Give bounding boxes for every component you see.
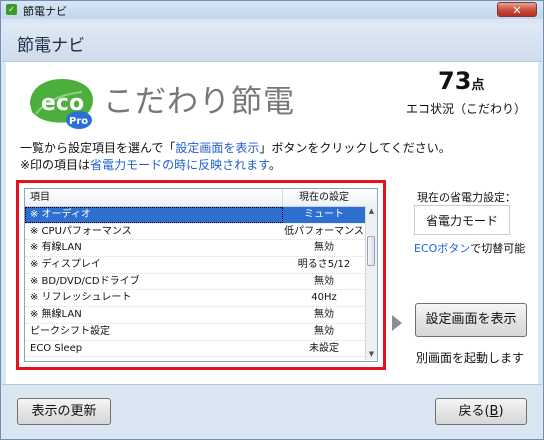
list-cell-item: ※ ディスプレイ xyxy=(30,259,101,271)
current-setting-value: 省電力モード xyxy=(414,205,510,235)
header: 節電ナビ xyxy=(2,23,542,62)
footer-divider xyxy=(2,384,542,385)
main-content: eco Pro こだわり節電 73点 エコ状況（こだわり） 一覧から設定項目を選… xyxy=(6,62,538,384)
list-rows: ※ オーディオ ミュート ※ CPUパフォーマンス 低パフォーマンス ※ 有線LAN 無効… xyxy=(25,207,377,358)
list-cell-value: 無効 xyxy=(314,309,334,321)
list-cell-item: ※ CPUパフォーマンス xyxy=(30,225,132,237)
list-cell-item: ピークシフト設定 xyxy=(30,325,110,337)
list-cell-value: 無効 xyxy=(314,275,334,287)
list-cell-item: ※ オーディオ xyxy=(25,207,283,223)
list-row[interactable]: ※ オーディオ ミュート xyxy=(25,207,377,224)
list-row[interactable]: ※ CPUパフォーマンス 低パフォーマンス xyxy=(25,224,377,241)
list-cell-value: 無効 xyxy=(314,325,334,337)
current-setting-label: 現在の省電力設定： xyxy=(417,191,516,204)
eco-score: 73点 xyxy=(438,67,484,95)
list-row[interactable]: ※ BD/DVD/CDドライブ 無効 xyxy=(25,274,377,291)
list-cell-value: 40Hz xyxy=(311,292,337,304)
scroll-up-icon[interactable]: ▲ xyxy=(366,206,377,217)
eco-logo: eco Pro xyxy=(30,79,94,129)
highlight-frame: 項目 現在の設定 ※ オーディオ ミュート ※ CPUパフォーマンス 低パフォーマンス… xyxy=(16,180,386,370)
show-settings-button[interactable]: 設定画面を表示 xyxy=(415,303,527,337)
arrow-right-icon xyxy=(392,315,402,331)
column-header-value[interactable]: 現在の設定 xyxy=(283,189,365,206)
eco-logo-badge: Pro xyxy=(69,116,88,127)
instruction-line-1: 一覧から設定項目を選んで「設定画面を表示」ボタンをクリックしてください。 xyxy=(20,141,451,155)
list-cell-item: ECO Sleep xyxy=(30,342,83,354)
close-button[interactable]: ✕ xyxy=(497,2,537,17)
eco-button-note: ECOボタンで切替可能 xyxy=(414,242,526,255)
instruction-line-2: ※印の項目は省電力モードの時に反映されます。 xyxy=(20,158,281,172)
list-row[interactable]: ピークシフト設定 無効 xyxy=(25,324,377,341)
list-row[interactable]: ※ ディスプレイ 明るさ5/12 xyxy=(25,257,377,274)
eco-score-value: 73 xyxy=(438,67,472,95)
scroll-down-icon[interactable]: ▼ xyxy=(366,349,377,360)
list-cell-item: ※ BD/DVD/CDドライブ xyxy=(30,275,140,287)
settings-note: 別画面を起動します xyxy=(416,351,525,365)
app-window: ✓ 節電ナビ ✕ 節電ナビ eco Pro こだわり節電 73点 エコ状況（こだ… xyxy=(0,0,544,440)
list-row[interactable]: ECO Sleep 未設定 xyxy=(25,341,377,358)
header-title: 節電ナビ xyxy=(17,36,85,56)
list-row[interactable]: ※ 有線LAN 無効 xyxy=(25,240,377,258)
list-cell-value: ミュート xyxy=(283,207,365,223)
instruction-link-powersave: 省電力モードの時に反映されます xyxy=(90,158,269,172)
list-cell-item: ※ 有線LAN xyxy=(30,242,82,254)
title-bar[interactable]: ✓ 節電ナビ ✕ xyxy=(1,1,543,19)
list-cell-value: 明るさ5/12 xyxy=(297,259,351,271)
list-cell-value: 未設定 xyxy=(309,342,339,354)
window-title: 節電ナビ xyxy=(23,5,67,18)
eco-status-label: エコ状況（こだわり） xyxy=(406,102,527,116)
list-cell-item: ※ 無線LAN xyxy=(30,309,82,321)
eco-score-unit: 点 xyxy=(471,78,485,93)
list-cell-item: ※ リフレッシュレート xyxy=(30,292,132,304)
eco-button-link: ECOボタン xyxy=(414,242,471,255)
list-cell-value: 低パフォーマンス xyxy=(284,225,364,237)
settings-list[interactable]: 項目 現在の設定 ※ オーディオ ミュート ※ CPUパフォーマンス 低パフォーマンス… xyxy=(24,188,378,362)
refresh-button[interactable]: 表示の更新 xyxy=(17,398,111,425)
column-header-item[interactable]: 項目 xyxy=(25,189,283,206)
instruction-link-setting: 設定画面を表示 xyxy=(175,141,260,155)
list-row[interactable]: ※ 無線LAN 無効 xyxy=(25,307,377,324)
app-icon: ✓ xyxy=(6,4,17,15)
back-button[interactable]: 戻る(B) xyxy=(435,398,527,425)
list-header: 項目 現在の設定 xyxy=(25,189,377,207)
scroll-thumb[interactable] xyxy=(367,236,375,266)
page-title: こだわり節電 xyxy=(103,84,295,120)
list-scrollbar[interactable]: ▲ ▼ xyxy=(365,206,377,360)
list-row[interactable]: ※ リフレッシュレート 40Hz xyxy=(25,290,377,308)
list-cell-value: 無効 xyxy=(314,242,334,254)
